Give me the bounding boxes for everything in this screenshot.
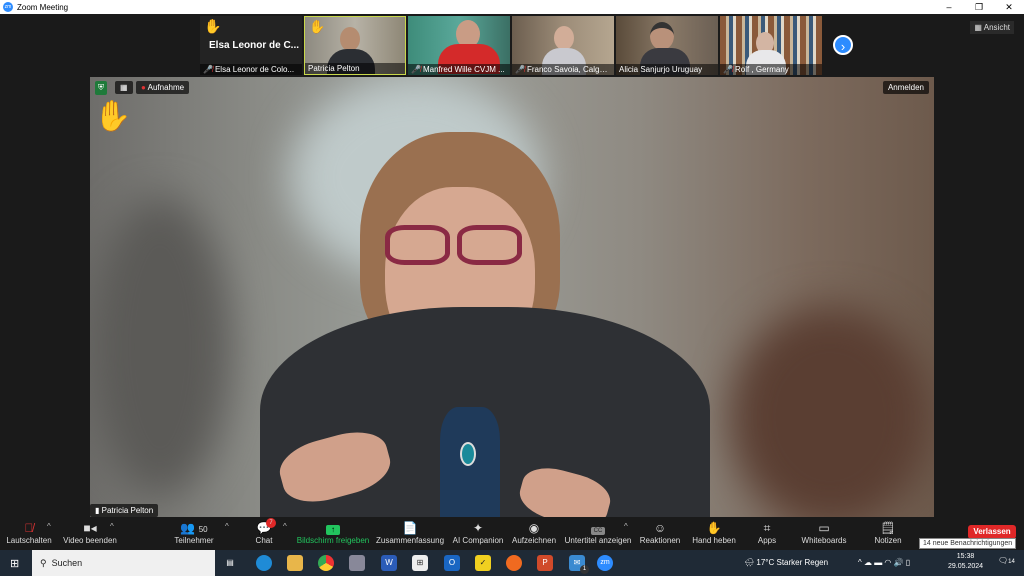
participant-name: Rolf , Germany xyxy=(734,65,789,74)
close-button[interactable]: ✕ xyxy=(994,0,1024,14)
notes-button[interactable]: 🗒 Notizen xyxy=(868,520,908,545)
notifications-tooltip: 14 neue Benachrichtigungen xyxy=(919,538,1017,549)
chat-caret[interactable]: ^ xyxy=(283,522,287,531)
norton-icon[interactable]: ✓ xyxy=(475,555,491,571)
pendant xyxy=(460,442,476,466)
cc-icon: CC xyxy=(590,527,606,535)
participant-name: Patricia Pelton xyxy=(308,64,360,73)
raise-hand-button[interactable]: ✋ Hand heben xyxy=(690,520,738,545)
summary-button[interactable]: 📄 Zusammenfassung xyxy=(376,520,444,545)
window-title: Zoom Meeting xyxy=(17,2,69,12)
zoom-taskbar-icon[interactable]: zm xyxy=(597,555,613,571)
zoom-logo-icon: zm xyxy=(3,2,13,12)
printer-app-icon[interactable] xyxy=(349,555,365,571)
record-icon: ◉ xyxy=(528,521,540,535)
raised-hand-icon: ✋ xyxy=(309,19,326,34)
sparkle-icon: ✦ xyxy=(472,521,484,535)
shield-icon: ⛨ xyxy=(95,81,107,95)
reactions-button[interactable]: ☺ Reaktionen xyxy=(638,520,682,545)
windows-start-icon[interactable]: ⊞ xyxy=(10,557,19,570)
edge-icon[interactable] xyxy=(256,555,272,571)
chrome-icon[interactable] xyxy=(318,555,334,571)
view-options-icon[interactable]: ▦ xyxy=(115,81,133,94)
raised-hand-icon: ✋ xyxy=(204,18,222,34)
participants-button[interactable]: 👥 50 Teilnehmer xyxy=(170,520,218,545)
chat-button[interactable]: 💬 7 Chat xyxy=(249,518,279,545)
maximize-button[interactable]: ❐ xyxy=(964,0,994,14)
share-screen-button[interactable]: ↑ Bildschirm freigeben xyxy=(296,520,370,545)
recording-indicator[interactable]: ● Aufnahme xyxy=(136,81,190,94)
record-button[interactable]: ◉ Aufzeichnen xyxy=(510,520,558,545)
meeting-toolbar: 🎙̸ Lautschalten ^ ■◂ Video beenden ^ 👥 50 T… xyxy=(0,517,1024,550)
task-view-icon[interactable]: ▤ xyxy=(222,555,238,571)
firefox-icon[interactable] xyxy=(506,555,522,571)
document-icon: 📄 xyxy=(402,521,418,535)
participants-caret[interactable]: ^ xyxy=(225,522,229,531)
captions-caret[interactable]: ^ xyxy=(624,522,628,531)
taskbar-search[interactable]: ⚲ Suchen xyxy=(32,550,215,576)
participant-name: Elsa Leonor de Colo... xyxy=(214,65,295,74)
participant-name: Alicia Sanjurjo Uruguay xyxy=(619,65,703,74)
apps-icon: ⌗ xyxy=(763,521,771,535)
windows-taskbar: ⊞ ⚲ Suchen ▤ W ⊞ O ✓ P ✉ 1 zm 🌧 17°C Star… xyxy=(0,550,1024,576)
ai-companion-button[interactable]: ✦ AI Companion xyxy=(450,520,506,545)
next-page-button[interactable]: › xyxy=(833,35,853,55)
people-icon: 👥 xyxy=(180,521,196,535)
muted-mic-icon: 🎤̸ xyxy=(203,65,213,74)
weather-widget[interactable]: 🌧 17°C Starker Regen xyxy=(744,558,828,567)
thumbnail-manfred[interactable]: 🎤̸ Manfred Wille CVJM ... xyxy=(408,16,510,75)
speaker-glasses xyxy=(385,225,525,267)
signin-button[interactable]: Anmelden xyxy=(882,81,929,94)
leave-button[interactable]: Verlassen xyxy=(968,525,1016,539)
muted-mic-icon: 🎤̸ xyxy=(411,65,421,74)
video-options-caret[interactable]: ^ xyxy=(110,522,114,531)
title-bar: zm Zoom Meeting – ❐ ✕ xyxy=(0,0,1024,14)
participant-big-name: Elsa Leonor de C... xyxy=(209,40,300,51)
main-video: ⛨ ▦ ● Aufnahme Anmelden ✋ ▮ Patricia Pel… xyxy=(90,77,934,517)
apps-button[interactable]: ⌗ Apps xyxy=(752,520,782,545)
share-arrow-icon: ↑ xyxy=(326,525,340,535)
speaker-name-tag: ▮ Patricia Pelton xyxy=(90,504,159,517)
powerpoint-icon[interactable]: P xyxy=(537,555,553,571)
participant-name: Franco Savoia, Calgar... xyxy=(526,65,613,74)
thumbnail-rolf[interactable]: 🎤̸ Rolf , Germany xyxy=(720,16,822,75)
clock[interactable]: 15:38 29.05.2024 xyxy=(948,552,983,572)
file-explorer-icon[interactable] xyxy=(287,555,303,571)
whiteboards-button[interactable]: ▭ Whiteboards xyxy=(798,520,850,545)
weather-icon: 🌧 xyxy=(744,558,757,567)
raised-hand-icon: ✋ xyxy=(94,100,132,133)
minimize-button[interactable]: – xyxy=(934,0,964,14)
record-dot-icon: ● xyxy=(141,83,146,92)
whiteboard-icon: ▭ xyxy=(818,521,830,535)
mail-icon[interactable]: ✉ 1 xyxy=(569,555,589,574)
thumbnail-elsa[interactable]: ✋ Elsa Leonor de C... 🎤̸ Elsa Leonor de C… xyxy=(200,16,302,75)
chat-icon: 💬 7 xyxy=(249,518,279,536)
audio-options-caret[interactable]: ^ xyxy=(47,522,51,531)
system-tray-icons[interactable]: ^ ☁ ▬ ◠ 🔊 ▯ xyxy=(858,558,910,567)
thumbnail-patricia[interactable]: ✋ Patricia Pelton xyxy=(304,16,406,75)
hand-icon: ✋ xyxy=(706,521,722,535)
muted-mic-icon: 🎤̸ xyxy=(515,65,525,74)
outlook-icon[interactable]: O xyxy=(444,555,460,571)
muted-mic-icon: 🎤̸ xyxy=(723,65,733,74)
search-icon: ⚲ xyxy=(40,557,52,568)
chevron-right-icon: › xyxy=(840,39,846,54)
thumbnail-franco[interactable]: 🎤̸ Franco Savoia, Calgar... xyxy=(512,16,614,75)
participant-name: Manfred Wille CVJM ... xyxy=(422,65,505,74)
smiley-icon: ☺ xyxy=(653,521,667,535)
view-button[interactable]: ▦ Ansicht xyxy=(970,21,1014,34)
thumbnail-alicia[interactable]: Alicia Sanjurjo Uruguay xyxy=(616,16,718,75)
signal-icon: ▮ xyxy=(95,506,102,515)
store-icon[interactable]: ⊞ xyxy=(412,555,428,571)
notification-center-icon[interactable]: 🗨14 xyxy=(998,556,1015,565)
word-icon[interactable]: W xyxy=(381,555,397,571)
chat-badge: 7 xyxy=(266,518,276,528)
notes-icon: 🗒 xyxy=(880,521,896,535)
grid-icon: ▦ xyxy=(974,23,984,32)
